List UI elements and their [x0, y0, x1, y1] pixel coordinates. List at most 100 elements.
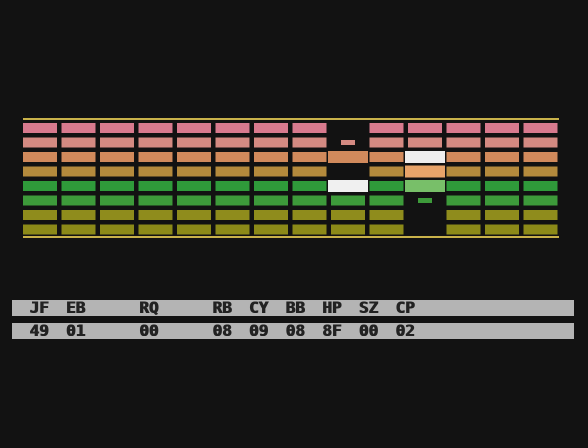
- brick: [485, 166, 519, 177]
- brick: [100, 224, 134, 235]
- game-piece: [405, 165, 445, 178]
- brick: [177, 152, 211, 162]
- game-piece: [405, 151, 445, 163]
- brick: [292, 195, 327, 206]
- status-label: HP: [322, 298, 342, 317]
- brick: [138, 152, 173, 162]
- status-label: RQ: [139, 298, 159, 317]
- brick: [61, 224, 96, 235]
- brick: [446, 181, 481, 191]
- brick: [138, 137, 173, 148]
- brick: [23, 137, 57, 148]
- brick: [292, 181, 327, 191]
- status-value: 01: [65, 321, 86, 340]
- brick: [61, 166, 96, 177]
- brick: [292, 210, 327, 220]
- top-border-line: [23, 118, 559, 120]
- brick: [254, 137, 288, 148]
- brick: [177, 210, 211, 220]
- brick: [485, 152, 519, 162]
- brick: [215, 137, 250, 148]
- brick: [215, 181, 250, 191]
- brick: [138, 224, 173, 235]
- brick: [100, 166, 134, 177]
- brick: [138, 123, 173, 133]
- game-piece: [405, 180, 445, 192]
- brick: [61, 181, 96, 191]
- brick: [100, 181, 134, 191]
- status-label: SZ: [358, 298, 378, 317]
- game-piece: [328, 180, 368, 192]
- status-label: JF: [29, 298, 49, 317]
- status-value: 02: [395, 321, 415, 340]
- brick: [177, 224, 211, 235]
- brick: [331, 224, 365, 235]
- status-value: 08: [212, 321, 232, 340]
- brick: [177, 181, 211, 191]
- brick: [100, 123, 134, 133]
- brick: [331, 195, 365, 206]
- brick: [523, 123, 558, 133]
- brick: [523, 210, 558, 220]
- brick: [292, 224, 327, 235]
- brick: [254, 152, 288, 162]
- brick: [215, 123, 250, 133]
- brick: [523, 152, 558, 162]
- status-value: 8F: [322, 321, 342, 340]
- brick: [100, 152, 134, 162]
- brick-grid: [23, 118, 559, 238]
- brick: [369, 195, 404, 206]
- brick: [523, 166, 558, 177]
- brick: [254, 224, 288, 235]
- brick: [138, 166, 173, 177]
- brick: [292, 166, 327, 177]
- status-value: 49: [29, 321, 49, 340]
- brick: [215, 166, 250, 177]
- brick: [215, 152, 250, 162]
- status-value: 00: [358, 321, 378, 340]
- game-piece: [418, 198, 432, 203]
- game-piece: [328, 151, 368, 163]
- status-label: RB: [212, 298, 232, 317]
- brick: [292, 123, 327, 133]
- brick: [408, 123, 442, 133]
- brick: [446, 195, 481, 206]
- status-label: BB: [285, 298, 305, 317]
- brick: [61, 195, 96, 206]
- brick: [292, 152, 327, 162]
- brick: [138, 195, 173, 206]
- brick: [61, 123, 96, 133]
- brick: [254, 210, 288, 220]
- brick: [369, 224, 404, 235]
- brick: [485, 181, 519, 191]
- brick: [23, 224, 57, 235]
- brick: [23, 210, 57, 220]
- brick: [523, 137, 558, 148]
- game-screen: JF EB RQ RB CY BB HP SZ CP 49 01 00 08 09 08 8F 00 02: [0, 0, 588, 448]
- brick: [446, 224, 481, 235]
- brick: [254, 195, 288, 206]
- brick: [177, 123, 211, 133]
- brick: [215, 195, 250, 206]
- brick: [369, 181, 404, 191]
- brick: [408, 137, 442, 148]
- brick: [485, 195, 519, 206]
- bottom-border-line: [23, 236, 559, 238]
- brick: [177, 195, 211, 206]
- brick: [485, 210, 519, 220]
- status-label: CY: [248, 298, 269, 317]
- status-value-bar: 49 01 00 08 09 08 8F 00 02: [12, 321, 574, 340]
- status-label: CP: [395, 298, 415, 317]
- status-label: EB: [65, 298, 86, 317]
- brick: [369, 166, 404, 177]
- brick: [254, 181, 288, 191]
- brick: [369, 152, 404, 162]
- status-header-bar: JF EB RQ RB CY BB HP SZ CP: [12, 298, 574, 317]
- brick: [23, 123, 57, 133]
- brick: [61, 210, 96, 220]
- brick: [215, 224, 250, 235]
- brick: [100, 137, 134, 148]
- brick: [446, 123, 481, 133]
- brick: [100, 210, 134, 220]
- brick: [254, 123, 288, 133]
